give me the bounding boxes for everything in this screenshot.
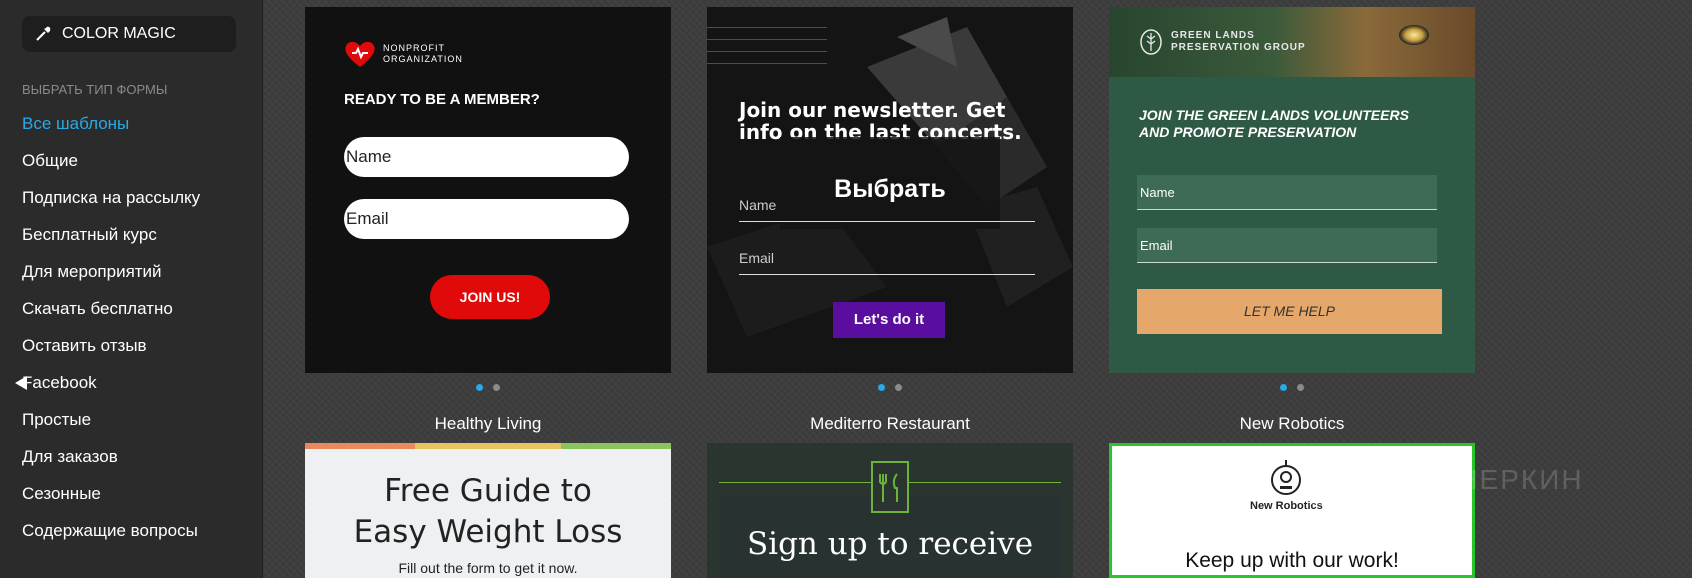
carousel-dots-nonprofit [476, 384, 500, 391]
nonprofit-name-field[interactable]: Name [344, 137, 629, 177]
section-label: ВЫБРАТЬ ТИП ФОРМЫ [22, 82, 168, 97]
leaf-icon [1140, 29, 1162, 55]
logo-line1: NONPROFIT [383, 43, 445, 53]
carousel-dot[interactable] [493, 384, 500, 391]
newsletter-email-field[interactable]: Email [739, 250, 1035, 275]
nav-item-orders[interactable]: Для заказов [22, 446, 200, 483]
animal-eye-image [1399, 25, 1429, 45]
carousel-dots-newsletter [878, 384, 902, 391]
greenlands-headline: JOIN THE GREEN LANDS VOLUNTEERS AND PROM… [1139, 107, 1409, 141]
nav-item-free-download[interactable]: Скачать бесплатно [22, 298, 200, 335]
watermark-logo-icon [1308, 455, 1358, 505]
heart-icon [345, 41, 375, 67]
template-card-healthy[interactable]: Free Guide to Easy Weight Loss Fill out … [305, 443, 671, 578]
cursor-arrow-icon [15, 376, 27, 390]
brand-line1: GREEN LANDS [1171, 30, 1255, 41]
nav-item-questions[interactable]: Содержащие вопросы [22, 520, 200, 557]
template-title-healthy: Healthy Living [434, 414, 542, 433]
let-me-help-button[interactable]: LET ME HELP [1137, 289, 1442, 334]
nonprofit-email-field[interactable]: Email [344, 199, 629, 239]
robot-icon [1271, 460, 1302, 495]
greenlands-name-field[interactable]: Name [1137, 175, 1437, 210]
logo-line2: ORGANIZATION [383, 54, 463, 64]
template-card-greenlands[interactable]: GREEN LANDS PRESERVATION GROUP JOIN THE … [1109, 7, 1475, 373]
eyedropper-icon [36, 26, 51, 41]
carousel-dot[interactable] [476, 384, 483, 391]
nav-item-free-course[interactable]: Бесплатный курс [22, 224, 200, 261]
sidebar: COLOR MAGIC ВЫБРАТЬ ТИП ФОРМЫ Все шаблон… [0, 0, 263, 578]
nonprofit-logo: NONPROFIT ORGANIZATION [343, 39, 463, 69]
carousel-dot[interactable] [895, 384, 902, 391]
nav-item-all-templates[interactable]: Все шаблоны [22, 113, 200, 150]
nonprofit-headline: READY TO BE A MEMBER? [344, 91, 540, 108]
watermark-text: ПАРТНЕРКИН [1376, 464, 1584, 495]
template-title-robotics: New Robotics [1239, 414, 1345, 433]
nav-item-general[interactable]: Общие [22, 150, 200, 187]
watermark: ПАРТНЕРКИН [1308, 455, 1584, 505]
greenlands-brand: GREEN LANDS PRESERVATION GROUP [1139, 29, 1306, 55]
nav-item-simple[interactable]: Простые [22, 409, 200, 446]
nav-item-seasonal[interactable]: Сезонные [22, 483, 200, 520]
nav-item-feedback[interactable]: Оставить отзыв [22, 335, 200, 372]
carousel-dot[interactable] [1280, 384, 1287, 391]
healthy-headline-line1: Free Guide to [384, 473, 592, 509]
carousel-dots-greenlands [1280, 384, 1304, 391]
template-type-nav: Все шаблоны Общие Подписка на рассылку Б… [22, 113, 200, 557]
template-card-newsletter[interactable]: Join our newsletter. Get info on the las… [707, 7, 1073, 373]
color-stripe [305, 443, 671, 449]
lets-do-it-button[interactable]: Let's do it [833, 302, 945, 338]
newsletter-name-field[interactable]: Name [739, 197, 1035, 222]
healthy-headline: Free Guide to Easy Weight Loss [305, 471, 671, 553]
nav-item-facebook[interactable]: Facebook [22, 372, 200, 409]
join-us-button[interactable]: JOIN US! [430, 275, 550, 319]
color-magic-label: COLOR MAGIC [62, 25, 176, 42]
carousel-dot[interactable] [878, 384, 885, 391]
mediterro-headline: Sign up to receive [746, 526, 1034, 562]
color-magic-button[interactable]: COLOR MAGIC [22, 16, 236, 52]
decorative-lines [707, 27, 827, 75]
menu-utensils-icon [871, 461, 909, 513]
brand-line2: PRESERVATION GROUP [1171, 42, 1306, 53]
greenlands-header-image: GREEN LANDS PRESERVATION GROUP [1109, 7, 1475, 77]
nav-item-newsletter[interactable]: Подписка на рассылку [22, 187, 200, 224]
template-card-nonprofit[interactable]: NONPROFIT ORGANIZATION READY TO BE A MEM… [305, 7, 671, 373]
robotics-headline: Keep up with our work! [1185, 549, 1399, 572]
healthy-headline-line2: Easy Weight Loss [353, 514, 623, 550]
headline-line2: AND PROMOTE PRESERVATION [1139, 124, 1357, 140]
headline-line1: JOIN THE GREEN LANDS VOLUNTEERS [1139, 107, 1409, 123]
template-title-mediterro: Mediterro Restaurant [810, 414, 970, 433]
carousel-dot[interactable] [1297, 384, 1304, 391]
greenlands-email-field[interactable]: Email [1137, 228, 1437, 263]
template-card-mediterro[interactable]: Sign up to receive [707, 443, 1073, 578]
healthy-subtext: Fill out the form to get it now. [398, 560, 578, 576]
nav-item-events[interactable]: Для мероприятий [22, 261, 200, 298]
